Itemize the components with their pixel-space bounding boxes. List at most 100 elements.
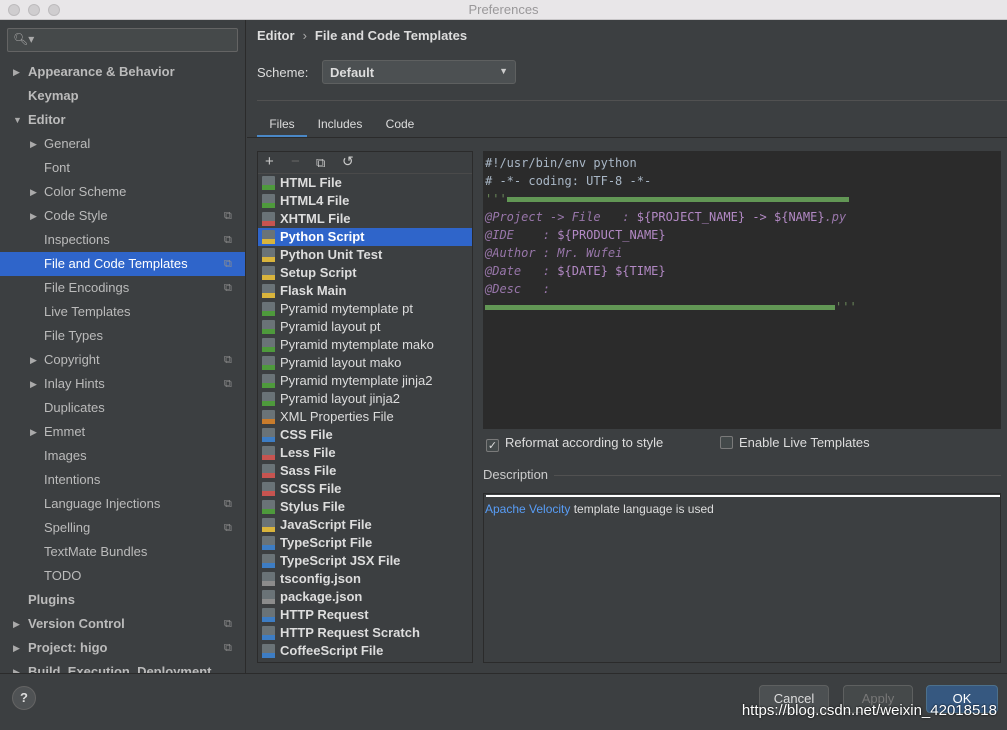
remove-icon[interactable]: − xyxy=(291,153,300,170)
template-item[interactable]: Setup Script xyxy=(258,264,472,282)
template-item[interactable]: Pyramid layout pt xyxy=(258,318,472,336)
template-item[interactable]: CSS File xyxy=(258,426,472,444)
chevron-right-icon[interactable]: ▶ xyxy=(13,660,20,673)
tab-includes[interactable]: Includes xyxy=(309,113,371,138)
sidebar-item-inlay-hints[interactable]: ▶ Inlay Hints ⧉ xyxy=(0,372,245,396)
sidebar-item-label: Live Templates xyxy=(44,304,131,319)
template-item[interactable]: Stylus File xyxy=(258,498,472,516)
sidebar-item-keymap[interactable]: Keymap xyxy=(0,84,245,108)
dialog-footer: ? Cancel Apply OK https://blog.csdn.net/… xyxy=(0,673,1007,730)
code-key-author: @Author : xyxy=(485,246,551,260)
template-item[interactable]: TypeScript File xyxy=(258,534,472,552)
search-input[interactable]: 🔍︎▾ xyxy=(7,28,238,52)
file-type-icon xyxy=(262,194,275,208)
template-item[interactable]: XML Properties File xyxy=(258,408,472,426)
sidebar-item-version-control[interactable]: ▶ Version Control ⧉ xyxy=(0,612,245,636)
sidebar-item-images[interactable]: Images xyxy=(0,444,245,468)
template-item[interactable]: HTML4 File xyxy=(258,192,472,210)
chevron-right-icon[interactable]: ▶ xyxy=(13,636,20,660)
scheme-value: Default xyxy=(330,65,375,80)
template-item[interactable]: CoffeeScript File xyxy=(258,642,472,660)
template-item[interactable]: tsconfig.json xyxy=(258,570,472,588)
sidebar-item-file-encodings[interactable]: File Encodings ⧉ xyxy=(0,276,245,300)
copy-icon[interactable]: ⧉ xyxy=(316,155,325,171)
chevron-down-icon[interactable]: ▼ xyxy=(13,108,22,132)
chevron-right-icon[interactable]: ▶ xyxy=(30,348,37,372)
template-item[interactable]: TypeScript JSX File xyxy=(258,552,472,570)
sidebar-item-textmate-bundles[interactable]: TextMate Bundles xyxy=(0,540,245,564)
template-item[interactable]: HTTP Request xyxy=(258,606,472,624)
sidebar-item-label: Intentions xyxy=(44,472,101,487)
sidebar-item-emmet[interactable]: ▶ Emmet xyxy=(0,420,245,444)
chevron-right-icon[interactable]: ▶ xyxy=(30,132,37,156)
template-item-label: Pyramid mytemplate pt xyxy=(280,301,413,316)
sidebar-item-copyright[interactable]: ▶ Copyright ⧉ xyxy=(0,348,245,372)
live-templates-label: Enable Live Templates xyxy=(739,435,870,450)
chevron-right-icon[interactable]: ▶ xyxy=(30,372,37,396)
chevron-right-icon[interactable]: ▶ xyxy=(13,60,20,84)
velocity-link[interactable]: Apache Velocity xyxy=(485,502,570,516)
template-item-label: Pyramid layout pt xyxy=(280,319,381,334)
sidebar-item-color-scheme[interactable]: ▶ Color Scheme xyxy=(0,180,245,204)
sidebar-item-file-and-code-templates[interactable]: File and Code Templates ⧉ xyxy=(0,252,245,276)
template-item-label: tsconfig.json xyxy=(280,571,361,586)
sidebar-item-project-higo[interactable]: ▶ Project: higo ⧉ xyxy=(0,636,245,660)
code-line: ''' xyxy=(485,190,1000,208)
add-icon[interactable]: + xyxy=(265,153,274,170)
live-templates-checkbox[interactable]: Enable Live Templates xyxy=(720,435,870,450)
sidebar-item-build-execution-deployment[interactable]: ▶ Build, Execution, Deployment xyxy=(0,660,245,673)
sidebar-item-intentions[interactable]: Intentions xyxy=(0,468,245,492)
template-item-label: XHTML File xyxy=(280,211,351,226)
sidebar-item-spelling[interactable]: Spelling ⧉ xyxy=(0,516,245,540)
template-item[interactable]: package.json xyxy=(258,588,472,606)
breadcrumb-parent[interactable]: Editor xyxy=(257,28,295,43)
chevron-right-icon[interactable]: ▶ xyxy=(30,180,37,204)
template-item[interactable]: Flask Main xyxy=(258,282,472,300)
sidebar-item-duplicates[interactable]: Duplicates xyxy=(0,396,245,420)
file-type-icon xyxy=(262,590,275,604)
project-scope-icon: ⧉ xyxy=(224,522,232,534)
file-type-icon xyxy=(262,356,275,370)
sidebar-item-live-templates[interactable]: Live Templates xyxy=(0,300,245,324)
template-item[interactable]: Less File xyxy=(258,444,472,462)
template-item[interactable]: Pyramid layout mako xyxy=(258,354,472,372)
project-scope-icon: ⧉ xyxy=(224,378,232,390)
template-item[interactable]: XHTML File xyxy=(258,210,472,228)
code-ext: .py xyxy=(824,210,847,224)
sidebar-item-todo[interactable]: TODO xyxy=(0,564,245,588)
template-item[interactable]: Pyramid mytemplate pt xyxy=(258,300,472,318)
help-button[interactable]: ? xyxy=(12,686,36,710)
template-item[interactable]: JavaScript File xyxy=(258,516,472,534)
reset-icon[interactable]: ↺ xyxy=(342,153,354,170)
template-item[interactable]: Python Unit Test xyxy=(258,246,472,264)
sidebar-item-general[interactable]: ▶ General xyxy=(0,132,245,156)
scheme-select[interactable]: Default ▼ xyxy=(322,60,516,84)
chevron-right-icon[interactable]: ▶ xyxy=(30,420,37,444)
file-type-icon xyxy=(262,500,275,514)
template-item[interactable]: Pyramid mytemplate mako xyxy=(258,336,472,354)
sidebar-item-language-injections[interactable]: Language Injections ⧉ xyxy=(0,492,245,516)
template-item[interactable]: SCSS File xyxy=(258,480,472,498)
chevron-right-icon[interactable]: ▶ xyxy=(13,612,20,636)
template-item[interactable]: Pyramid layout jinja2 xyxy=(258,390,472,408)
template-editor[interactable]: #!/usr/bin/env python # -*- coding: UTF-… xyxy=(483,151,1001,429)
template-item[interactable]: Python Script xyxy=(258,228,472,246)
chevron-right-icon[interactable]: ▶ xyxy=(30,204,37,228)
sidebar-item-label: Font xyxy=(44,160,71,175)
sidebar-item-code-style[interactable]: ▶ Code Style ⧉ xyxy=(0,204,245,228)
tab-code[interactable]: Code xyxy=(377,113,423,138)
template-item[interactable]: Sass File xyxy=(258,462,472,480)
template-item[interactable]: HTML File xyxy=(258,174,472,192)
sidebar-item-label: Inlay Hints xyxy=(44,376,105,391)
template-item[interactable]: HTTP Request Scratch xyxy=(258,624,472,642)
sidebar-item-font[interactable]: Font xyxy=(0,156,245,180)
sidebar-item-file-types[interactable]: File Types xyxy=(0,324,245,348)
template-item[interactable]: Pyramid mytemplate jinja2 xyxy=(258,372,472,390)
tab-files[interactable]: Files xyxy=(257,113,307,138)
reformat-checkbox[interactable]: ✓ Reformat according to style xyxy=(486,435,663,452)
sidebar-item-label: Inspections xyxy=(44,232,110,247)
sidebar-item-appearance-behavior[interactable]: ▶ Appearance & Behavior xyxy=(0,60,245,84)
sidebar-item-inspections[interactable]: Inspections ⧉ xyxy=(0,228,245,252)
sidebar-item-plugins[interactable]: Plugins xyxy=(0,588,245,612)
sidebar-item-editor[interactable]: ▼ Editor xyxy=(0,108,245,132)
